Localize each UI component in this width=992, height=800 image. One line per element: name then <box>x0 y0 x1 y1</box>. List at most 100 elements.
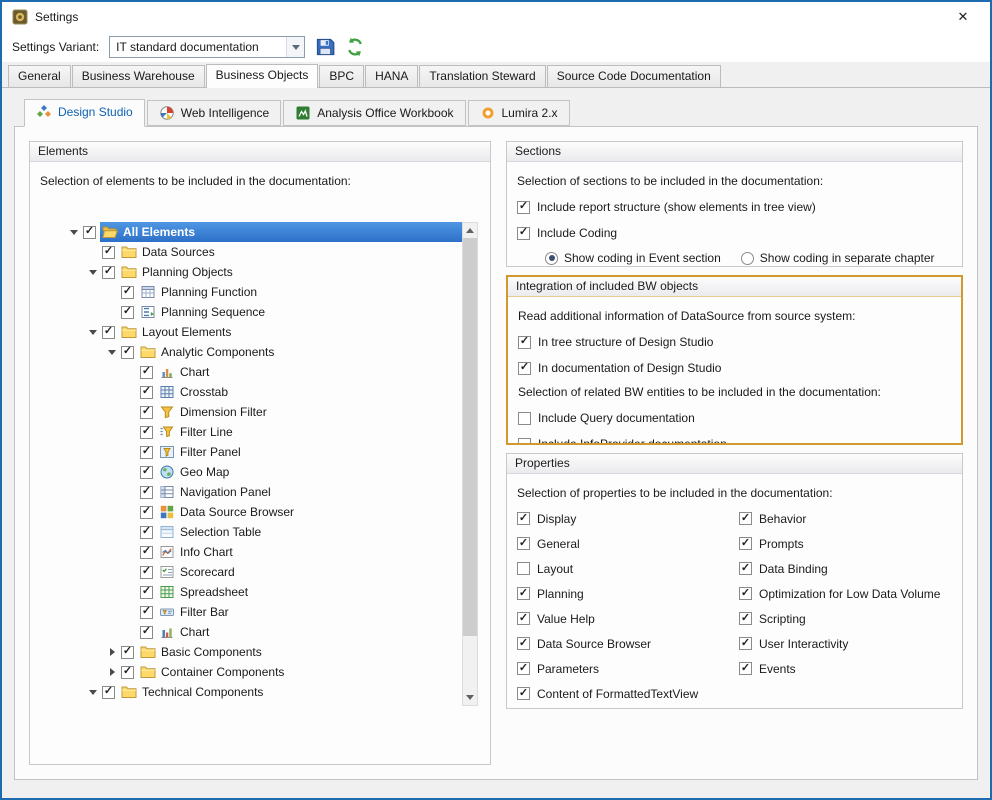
tree-checkbox-info-chart[interactable] <box>140 546 153 559</box>
prop-checkbox-data-source-browser[interactable] <box>517 637 530 650</box>
expander-expanded-icon[interactable] <box>85 270 101 275</box>
prop-checkbox-prompts[interactable] <box>739 537 752 550</box>
tree-checkbox-navigation-panel[interactable] <box>140 486 153 499</box>
radio-show-coding-in-separate-chapter[interactable] <box>741 252 754 265</box>
bw-entity-checkbox-include-infoprovider-documentation[interactable] <box>518 438 531 444</box>
prop-checkbox-layout[interactable] <box>517 562 530 575</box>
tab-general[interactable]: General <box>8 65 71 87</box>
tab-business-warehouse[interactable]: Business Warehouse <box>72 65 205 87</box>
tree-item-20-chart[interactable]: Chart <box>66 622 462 642</box>
bw-read-checkbox-in-tree-structure-of-design-studio[interactable] <box>518 336 531 349</box>
tree-checkbox-dimension-filter[interactable] <box>140 406 153 419</box>
expander-collapsed-icon[interactable] <box>104 648 120 656</box>
tree-checkbox-scorecard[interactable] <box>140 566 153 579</box>
tree-checkbox-data-sources[interactable] <box>102 246 115 259</box>
tree-item-1-data-sources[interactable]: Data Sources <box>66 242 462 262</box>
scroll-down-icon[interactable] <box>463 690 477 705</box>
tree-checkbox-chart[interactable] <box>140 366 153 379</box>
tree-checkbox-filter-line[interactable] <box>140 426 153 439</box>
prop-checkbox-user-interactivity[interactable] <box>739 637 752 650</box>
tree-item-10-filter-line[interactable]: Filter Line <box>66 422 462 442</box>
prop-checkbox-parameters[interactable] <box>517 662 530 675</box>
tree-item-11-filter-panel[interactable]: Filter Panel <box>66 442 462 462</box>
tree-item-9-dimension-filter[interactable]: Dimension Filter <box>66 402 462 422</box>
tree-item-19-filter-bar[interactable]: Filter Bar <box>66 602 462 622</box>
save-icon[interactable] <box>315 37 335 57</box>
tree-checkbox-crosstab[interactable] <box>140 386 153 399</box>
prop-checkbox-display[interactable] <box>517 512 530 525</box>
settings-variant-select[interactable]: IT standard documentation <box>109 36 305 58</box>
tree-item-22-container-components[interactable]: Container Components <box>66 662 462 682</box>
prop-checkbox-value-help[interactable] <box>517 612 530 625</box>
tree-checkbox-layout-elements[interactable] <box>102 326 115 339</box>
scroll-up-icon[interactable] <box>463 223 477 238</box>
tree-item-3-planning-function[interactable]: Planning Function <box>66 282 462 302</box>
prop-checkbox-behavior[interactable] <box>739 512 752 525</box>
tab-business-objects[interactable]: Business Objects <box>206 64 319 88</box>
tree-checkbox-container-components[interactable] <box>121 666 134 679</box>
subtab-design-studio[interactable]: Design Studio <box>24 99 145 127</box>
expander-expanded-icon[interactable] <box>85 330 101 335</box>
tree-item-12-geo-map[interactable]: Geo Map <box>66 462 462 482</box>
tree-checkbox-filter-bar[interactable] <box>140 606 153 619</box>
tree-item-7-chart[interactable]: Chart <box>66 362 462 382</box>
prop-checkbox-optimization-for-low-data-volume[interactable] <box>739 587 752 600</box>
radio-option-show-coding-in-separate-chapter[interactable]: Show coding in separate chapter <box>741 251 935 265</box>
expander-collapsed-icon[interactable] <box>104 668 120 676</box>
tree-checkbox-basic-components[interactable] <box>121 646 134 659</box>
tree-checkbox-spreadsheet[interactable] <box>140 586 153 599</box>
scrollbar-track[interactable] <box>463 238 477 690</box>
tree-item-21-basic-components[interactable]: Basic Components <box>66 642 462 662</box>
tree-item-4-planning-sequence[interactable]: Planning Sequence <box>66 302 462 322</box>
subtab-web-intelligence[interactable]: Web Intelligence <box>147 100 282 126</box>
expander-expanded-icon[interactable] <box>104 350 120 355</box>
sections-checkbox-include-report-structure-show-elements-in-tree-view[interactable] <box>517 201 530 214</box>
radio-option-show-coding-in-event-section[interactable]: Show coding in Event section <box>545 251 721 265</box>
tab-source-code-documentation[interactable]: Source Code Documentation <box>547 65 721 87</box>
tree-checkbox-filter-panel[interactable] <box>140 446 153 459</box>
tree-item-18-spreadsheet[interactable]: Spreadsheet <box>66 582 462 602</box>
subtab-analysis-office-workbook[interactable]: Analysis Office Workbook <box>283 100 465 126</box>
refresh-icon[interactable] <box>345 37 365 57</box>
tree-item-0-all-elements[interactable]: All Elements <box>66 222 462 242</box>
tree-checkbox-data-source-browser[interactable] <box>140 506 153 519</box>
chevron-down-icon[interactable] <box>286 37 304 57</box>
bw-entity-checkbox-include-query-documentation[interactable] <box>518 412 531 425</box>
tree-checkbox-geo-map[interactable] <box>140 466 153 479</box>
subtab-lumira-2-x[interactable]: Lumira 2.x <box>468 100 570 126</box>
tree-checkbox-planning-sequence[interactable] <box>121 306 134 319</box>
tab-hana[interactable]: HANA <box>365 65 418 87</box>
tab-bpc[interactable]: BPC <box>319 65 364 87</box>
tree-scrollbar[interactable] <box>462 222 478 706</box>
tree-item-15-selection-table[interactable]: Selection Table <box>66 522 462 542</box>
tree-item-2-planning-objects[interactable]: Planning Objects <box>66 262 462 282</box>
tree-checkbox-chart[interactable] <box>140 626 153 639</box>
tree-checkbox-planning-objects[interactable] <box>102 266 115 279</box>
tree-item-23-technical-components[interactable]: Technical Components <box>66 682 462 702</box>
tree-checkbox-planning-function[interactable] <box>121 286 134 299</box>
close-icon[interactable] <box>946 2 980 32</box>
expander-expanded-icon[interactable] <box>85 690 101 695</box>
tree-item-8-crosstab[interactable]: Crosstab <box>66 382 462 402</box>
tab-translation-steward[interactable]: Translation Steward <box>419 65 545 87</box>
prop-checkbox-data-binding[interactable] <box>739 562 752 575</box>
sections-checkbox-include-coding[interactable] <box>517 227 530 240</box>
prop-checkbox-scripting[interactable] <box>739 612 752 625</box>
bw-read-checkbox-in-documentation-of-design-studio[interactable] <box>518 362 531 375</box>
tree-item-5-layout-elements[interactable]: Layout Elements <box>66 322 462 342</box>
prop-checkbox-general[interactable] <box>517 537 530 550</box>
prop-checkbox-planning[interactable] <box>517 587 530 600</box>
scrollbar-thumb[interactable] <box>463 238 477 636</box>
tree-checkbox-selection-table[interactable] <box>140 526 153 539</box>
tree-checkbox-technical-components[interactable] <box>102 686 115 699</box>
prop-checkbox-content-of-formattedtextview[interactable] <box>517 687 530 700</box>
expander-expanded-icon[interactable] <box>66 230 82 235</box>
tree-item-17-scorecard[interactable]: Scorecard <box>66 562 462 582</box>
tree-checkbox-all-elements[interactable] <box>83 226 96 239</box>
tree-item-14-data-source-browser[interactable]: Data Source Browser <box>66 502 462 522</box>
tree-checkbox-analytic-components[interactable] <box>121 346 134 359</box>
tree-item-6-analytic-components[interactable]: Analytic Components <box>66 342 462 362</box>
tree-item-16-info-chart[interactable]: Info Chart <box>66 542 462 562</box>
radio-show-coding-in-event-section[interactable] <box>545 252 558 265</box>
prop-checkbox-events[interactable] <box>739 662 752 675</box>
